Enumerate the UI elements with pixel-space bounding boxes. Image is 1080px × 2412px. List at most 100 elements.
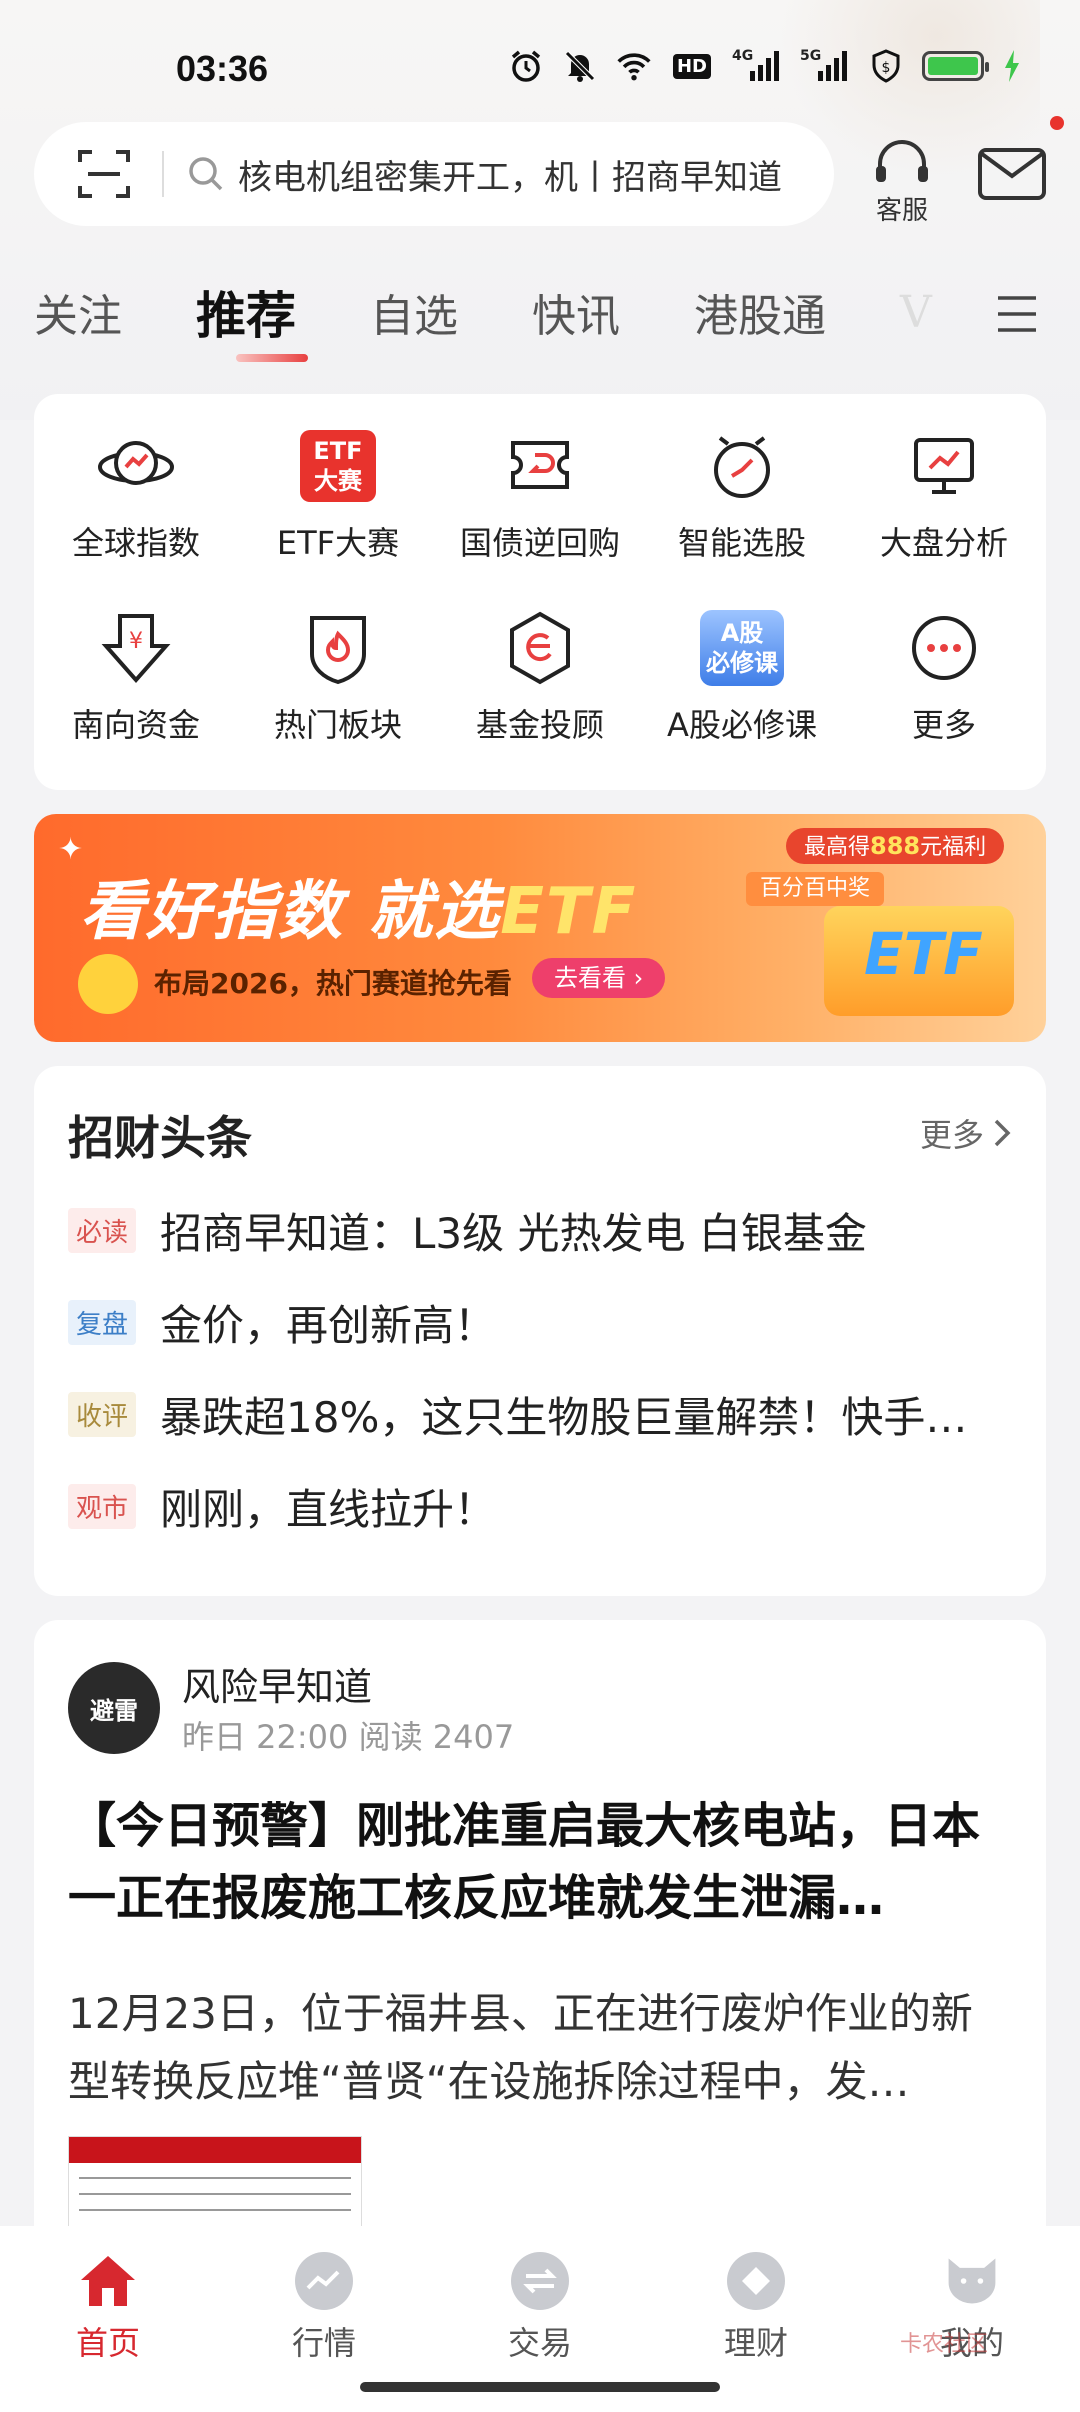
watermark: 卡农社区 — [900, 2332, 989, 2357]
5g-signal-icon: 5G — [800, 48, 850, 84]
customer-service-label: 客服 — [875, 196, 928, 226]
customer-service-button[interactable]: 客服 — [866, 138, 938, 227]
nav-wealth[interactable]: 理财 — [676, 2252, 836, 2364]
banner-title-part1: 看好指数 就选 — [80, 875, 501, 949]
grid-label: 热门板块 — [273, 706, 402, 744]
status-bar: 03:36 HD 4G 5G $ — [0, 0, 1080, 140]
headlines-more-link[interactable]: 更多 — [920, 1110, 1012, 1156]
channel-tabs: 关注 推荐 自选 快讯 港股通 V — [34, 280, 1080, 362]
banner-subtitle: 布局2026，热门赛道抢先看 — [154, 967, 512, 1000]
grid-label: 智能选股 — [677, 524, 806, 562]
etf-icon-text: ETF — [313, 437, 363, 465]
4g-signal-icon: 4G — [732, 48, 782, 84]
headline-item[interactable]: 必读 招商早知道：L3级 光热发电 白银基金 — [68, 1200, 1018, 1261]
wifi-icon — [616, 48, 652, 84]
charging-icon — [1002, 48, 1022, 84]
profile-icon — [943, 2252, 1001, 2310]
trade-icon — [511, 2252, 569, 2310]
etf-contest-icon: ETF 大赛 — [296, 424, 380, 508]
article-card[interactable]: 避雷 风险早知道 昨日 22:00 阅读 2407 【今日预警】刚批准重启最大核… — [34, 1620, 1046, 2240]
tab-recommend[interactable]: 推荐 — [196, 276, 308, 362]
grid-label: 国债逆回购 — [459, 524, 620, 562]
grid-item-smart-pick[interactable]: 智能选股 — [642, 424, 842, 564]
banner-title-part2: ETF — [500, 875, 638, 949]
badge-amount: 888 — [870, 832, 921, 860]
search-divider — [162, 151, 164, 197]
author-name[interactable]: 风险早知道 — [182, 1656, 372, 1711]
article-headline[interactable]: 【今日预警】刚批准重启最大核电站，日本一正在报废施工核反应堆就发生泄漏… — [68, 1790, 1012, 1934]
headset-icon — [876, 140, 928, 182]
alarm-icon — [508, 48, 544, 84]
wealth-icon — [727, 2252, 785, 2310]
nav-label: 理财 — [723, 2324, 788, 2362]
search-input[interactable]: 核电机组密集开工，机丨招商早知道 — [238, 150, 818, 199]
author-avatar[interactable]: 避雷 — [68, 1662, 160, 1754]
grid-item-more[interactable]: 更多 — [844, 606, 1044, 746]
gesture-home-bar[interactable] — [360, 2382, 720, 2392]
headlines-card: 招财头条 更多 必读 招商早知道：L3级 光热发电 白银基金 复盘 金价，再创新… — [34, 1066, 1046, 1596]
grid-label: 全球指数 — [71, 524, 200, 562]
more-label: 更多 — [919, 1116, 984, 1154]
grid-item-fund-advisor[interactable]: 基金投顾 — [440, 606, 640, 746]
headline-item[interactable]: 复盘 金价，再创新高！ — [68, 1292, 1018, 1353]
smart-pick-icon — [700, 424, 784, 508]
contest-icon-text: 大赛 — [314, 467, 362, 495]
article-thumbnail[interactable] — [68, 2136, 362, 2240]
grid-label: 南向资金 — [71, 706, 200, 744]
banner-title: 看好指数 就选ETF — [80, 860, 637, 952]
headline-tag: 复盘 — [68, 1300, 137, 1345]
nav-home[interactable]: 首页 — [28, 2252, 188, 2364]
search-bar[interactable]: 核电机组密集开工，机丨招商早知道 — [34, 122, 834, 226]
mail-icon[interactable] — [976, 146, 1048, 202]
nav-trade[interactable]: 交易 — [460, 2252, 620, 2364]
banner-go-button[interactable]: 去看看 › — [532, 958, 666, 998]
home-icon — [79, 2252, 137, 2310]
avatar-text: 避雷 — [90, 1696, 138, 1725]
nav-market[interactable]: 行情 — [244, 2252, 404, 2364]
grid-item-southbound[interactable]: ¥ 南向资金 — [36, 606, 236, 746]
market-analysis-icon — [902, 424, 986, 508]
tab-hk-connect[interactable]: 港股通 — [694, 280, 826, 344]
headline-tag: 观市 — [68, 1484, 137, 1529]
grid-item-hot-sector[interactable]: 热门板块 — [238, 606, 438, 746]
chevron-right-icon — [994, 1119, 1011, 1147]
mute-icon — [562, 48, 598, 84]
southbound-funds-icon: ¥ — [94, 606, 178, 690]
scan-icon[interactable] — [74, 144, 134, 204]
battery-icon — [922, 51, 989, 81]
grid-item-a-share-course[interactable]: A股 必修课 A股必修课 — [642, 606, 842, 746]
globe-chart-icon — [94, 424, 178, 508]
course-icon-text: 必修课 — [706, 649, 778, 677]
grid-item-market-analysis[interactable]: 大盘分析 — [844, 424, 1044, 564]
quick-access-grid: 全球指数 ETF 大赛 ETF大赛 国债逆回购 智能选股 大盘分析 ¥ 南向资金 — [34, 394, 1046, 790]
tab-flash[interactable]: 快讯 — [532, 280, 620, 344]
svg-text:$: $ — [882, 60, 891, 76]
status-time: 03:36 — [176, 48, 269, 89]
a-share-course-icon: A股 必修课 — [700, 606, 784, 690]
hot-sector-icon — [296, 606, 380, 690]
headline-tag: 收评 — [68, 1392, 137, 1437]
headline-text: 金价，再创新高！ — [160, 1301, 497, 1350]
grid-item-global-index[interactable]: 全球指数 — [36, 424, 236, 564]
headline-item[interactable]: 观市 刚刚，直线拉升！ — [68, 1476, 1018, 1537]
grid-label: 更多 — [911, 706, 976, 744]
headline-text: 招商早知道：L3级 光热发电 白银基金 — [160, 1209, 867, 1258]
tab-watchlist[interactable]: 自选 — [370, 280, 458, 344]
more-icon — [902, 606, 986, 690]
4g-label: 4G — [732, 48, 754, 64]
nav-label: 交易 — [507, 2324, 572, 2362]
headline-item[interactable]: 收评 暴跌超18%，这只生物股巨量解禁！快手… — [68, 1384, 1018, 1445]
grid-item-etf-contest[interactable]: ETF 大赛 ETF大赛 — [238, 424, 438, 564]
nav-label: 首页 — [75, 2324, 140, 2362]
tab-follow[interactable]: 关注 — [34, 280, 122, 344]
tab-more-partial[interactable]: V — [900, 287, 932, 338]
hd-icon: HD — [670, 48, 714, 84]
grid-item-bond-repo[interactable]: 国债逆回购 — [440, 424, 640, 564]
banner-box-text: ETF — [864, 920, 983, 988]
headline-text: 暴跌超18%，这只生物股巨量解禁！快手… — [160, 1393, 968, 1442]
hd-label: HD — [672, 53, 711, 79]
bond-repo-icon — [498, 424, 582, 508]
5g-label: 5G — [800, 48, 822, 64]
etf-promo-banner[interactable]: ✦ 看好指数 就选ETF 布局2026，热门赛道抢先看 去看看 › 最高得888… — [34, 814, 1046, 1042]
menu-icon[interactable] — [996, 294, 1038, 334]
